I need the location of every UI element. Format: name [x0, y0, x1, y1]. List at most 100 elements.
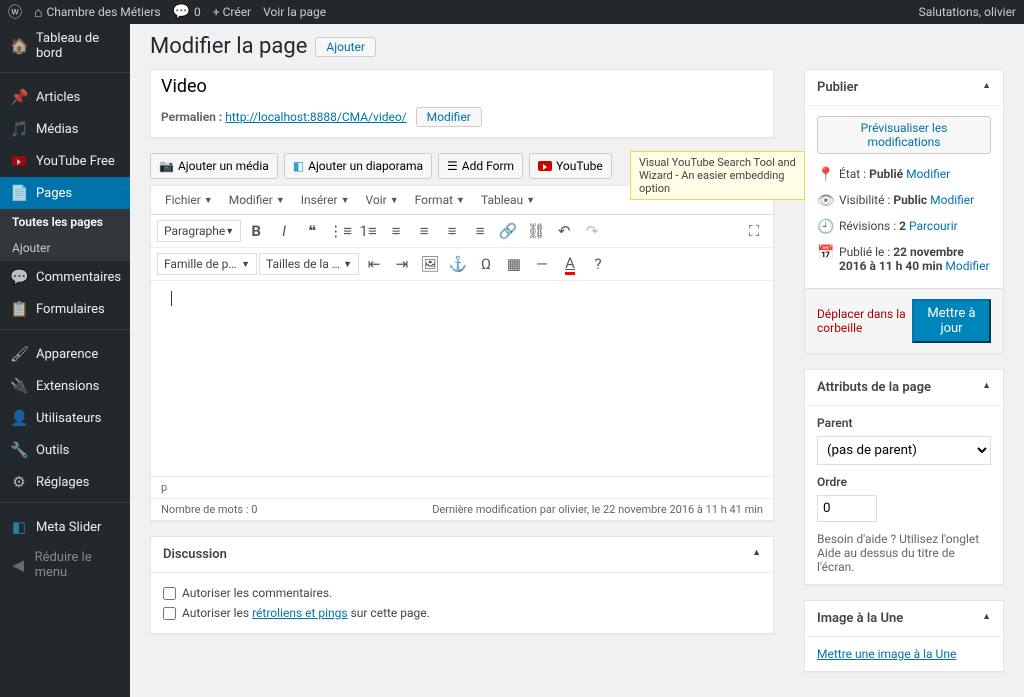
- italic-button[interactable]: I: [271, 219, 297, 243]
- font-family-select[interactable]: Famille de p…▼: [157, 253, 257, 275]
- align-right-button[interactable]: ≡: [439, 219, 465, 243]
- pin-icon: 📍: [817, 167, 833, 183]
- menu-articles[interactable]: 📌Articles: [0, 81, 130, 113]
- update-button[interactable]: Mettre à jour: [912, 299, 991, 343]
- add-new-button[interactable]: Ajouter: [315, 37, 376, 57]
- admin-toolbar: ⓦ ⌂Chambre des Métiers 💬0 + Créer Voir l…: [0, 0, 1024, 24]
- menu-comments[interactable]: 💬Commentaires: [0, 261, 130, 293]
- menu-tools[interactable]: 🔧Outils: [0, 434, 130, 466]
- comments-link[interactable]: 💬0: [173, 4, 201, 20]
- page-title: Modifier la page: [150, 34, 307, 59]
- link-button[interactable]: 🔗: [495, 219, 521, 243]
- menu-dashboard[interactable]: 🏠Tableau de bord: [0, 24, 130, 68]
- order-input[interactable]: [817, 495, 877, 522]
- menu-file[interactable]: Fichier▼: [157, 189, 221, 211]
- submenu-add-page[interactable]: Ajouter: [0, 235, 130, 261]
- featured-image-panel: Image à la Une▲ Mettre une image à la Un…: [804, 600, 1004, 672]
- set-featured-link[interactable]: Mettre une image à la Une: [817, 647, 956, 661]
- ul-button[interactable]: ⋮≡: [327, 219, 353, 243]
- edit-date-link[interactable]: Modifier: [945, 259, 989, 273]
- preview-button[interactable]: Prévisualiser les modifications: [817, 116, 991, 154]
- text-color-button[interactable]: A: [557, 252, 583, 276]
- attributes-toggle[interactable]: Attributs de la page▲: [805, 370, 1003, 406]
- menu-collapse[interactable]: ◀Réduire le menu: [0, 543, 130, 587]
- edit-permalink-button[interactable]: Modifier: [416, 107, 482, 127]
- menu-format[interactable]: Format▼: [407, 189, 473, 211]
- menu-youtube[interactable]: YouTube Free: [0, 145, 130, 177]
- view-page-link[interactable]: Voir la page: [263, 5, 326, 19]
- quote-button[interactable]: ❝: [299, 219, 325, 243]
- anchor-button[interactable]: ⚓: [445, 252, 471, 276]
- allow-comments-checkbox[interactable]: [163, 587, 176, 600]
- discussion-panel: Discussion▲ Autoriser les commentaires. …: [150, 536, 774, 634]
- edit-visibility-link[interactable]: Modifier: [930, 193, 974, 207]
- fullscreen-button[interactable]: ⛶: [741, 219, 767, 243]
- redo-button[interactable]: ↷: [579, 219, 605, 243]
- order-label: Ordre: [817, 475, 991, 489]
- permalink-url[interactable]: http://localhost:8888/CMA/video/: [225, 110, 406, 124]
- menu-appearance[interactable]: 🖌Apparence: [0, 338, 130, 370]
- menu-metaslider[interactable]: ◧Meta Slider: [0, 511, 130, 543]
- browse-revisions-link[interactable]: Parcourir: [909, 219, 958, 233]
- calendar-icon: 📅: [817, 245, 833, 261]
- table-button[interactable]: ▦: [501, 252, 527, 276]
- align-center-button[interactable]: ≡: [411, 219, 437, 243]
- bold-button[interactable]: B: [243, 219, 269, 243]
- menu-pages[interactable]: 📄Pages: [0, 177, 130, 209]
- unlink-button[interactable]: ⛓: [523, 219, 549, 243]
- menu-extensions[interactable]: 🔌Extensions: [0, 370, 130, 402]
- menu-users[interactable]: 👤Utilisateurs: [0, 402, 130, 434]
- eye-icon: 👁: [817, 193, 833, 209]
- align-justify-button[interactable]: ≡: [467, 219, 493, 243]
- trash-link[interactable]: Déplacer dans la corbeille: [817, 307, 912, 335]
- menu-edit[interactable]: Modifier▼: [221, 189, 293, 211]
- font-size-select[interactable]: Tailles de la …▼: [259, 253, 359, 275]
- image-button[interactable]: 🖼: [417, 252, 443, 276]
- menu-insert[interactable]: Insérer▼: [293, 189, 358, 211]
- align-left-button[interactable]: ≡: [383, 219, 409, 243]
- outdent-button[interactable]: ⇤: [361, 252, 387, 276]
- parent-label: Parent: [817, 416, 991, 430]
- post-title-input[interactable]: [151, 70, 773, 103]
- youtube-icon: [538, 161, 552, 171]
- format-select[interactable]: Paragraphe▼: [157, 220, 241, 242]
- help-text: Besoin d'aide ? Utilisez l'onglet Aide a…: [817, 532, 991, 574]
- add-media-button[interactable]: 📷Ajouter un média: [150, 153, 278, 179]
- site-name-link[interactable]: ⌂Chambre des Métiers: [34, 4, 161, 21]
- new-content-link[interactable]: + Créer: [213, 5, 251, 19]
- menu-media[interactable]: 🎵Médias: [0, 113, 130, 145]
- word-count: Nombre de mots : 0: [161, 503, 257, 516]
- publish-toggle[interactable]: Publier▲: [805, 70, 1003, 106]
- admin-sidebar: 🏠Tableau de bord 📌Articles 🎵Médias YouTu…: [0, 24, 130, 697]
- youtube-tooltip: Visual YouTube Search Tool and Wizard - …: [630, 151, 805, 200]
- add-form-button[interactable]: ☰Add Form: [438, 153, 523, 179]
- undo-button[interactable]: ↶: [551, 219, 577, 243]
- add-slideshow-button[interactable]: ◧Ajouter un diaporama: [284, 153, 432, 179]
- attributes-panel: Attributs de la page▲ Parent (pas de par…: [804, 369, 1004, 585]
- permalink-row: Permalien : http://localhost:8888/CMA/vi…: [151, 103, 773, 137]
- element-path: p: [161, 481, 167, 494]
- menu-forms[interactable]: 📋Formulaires: [0, 293, 130, 325]
- hr-button[interactable]: —: [529, 252, 555, 276]
- youtube-button[interactable]: YouTube: [529, 153, 612, 179]
- indent-button[interactable]: ⇥: [389, 252, 415, 276]
- revisions-icon: 🕘: [817, 219, 833, 235]
- submenu-all-pages[interactable]: Toutes les pages: [0, 209, 130, 235]
- pings-link[interactable]: rétroliens et pings: [252, 606, 348, 620]
- allow-pings-checkbox[interactable]: [163, 607, 176, 620]
- discussion-toggle[interactable]: Discussion▲: [151, 537, 773, 573]
- menu-view[interactable]: Voir▼: [358, 189, 407, 211]
- last-modified: Dernière modification par olivier, le 22…: [432, 503, 763, 516]
- parent-select[interactable]: (pas de parent): [817, 436, 991, 465]
- menu-settings[interactable]: ⚙Réglages: [0, 466, 130, 498]
- menu-table[interactable]: Tableau▼: [473, 189, 543, 211]
- help-button[interactable]: ?: [585, 252, 611, 276]
- ol-button[interactable]: 1≡: [355, 219, 381, 243]
- char-button[interactable]: Ω: [473, 252, 499, 276]
- editor-content[interactable]: [151, 281, 773, 476]
- account-link[interactable]: Salutations, olivier: [919, 5, 1016, 19]
- edit-status-link[interactable]: Modifier: [906, 167, 950, 181]
- publish-panel: Publier▲ Prévisualiser les modifications…: [804, 69, 1004, 354]
- featured-toggle[interactable]: Image à la Une▲: [805, 601, 1003, 637]
- wp-logo[interactable]: ⓦ: [8, 2, 22, 22]
